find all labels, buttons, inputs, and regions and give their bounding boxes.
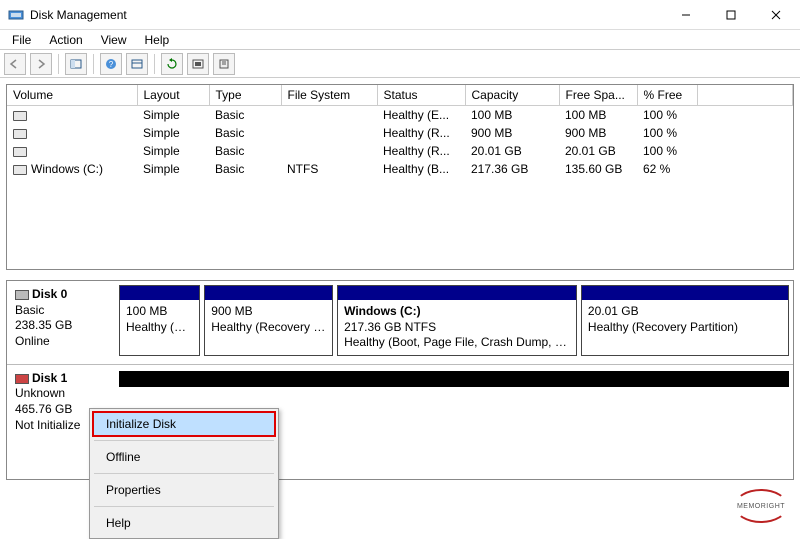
partition[interactable]: 20.01 GBHealthy (Recovery Partition)	[581, 285, 789, 356]
unallocated-space[interactable]	[119, 371, 789, 387]
table-row[interactable]: SimpleBasicHealthy (E...100 MB100 MB100 …	[7, 106, 793, 125]
minimize-button[interactable]	[663, 0, 708, 30]
refresh-button[interactable]	[161, 53, 183, 75]
col-status[interactable]: Status	[377, 85, 465, 106]
col-blank	[697, 85, 793, 106]
rescan-button[interactable]	[187, 53, 209, 75]
settings-button[interactable]	[126, 53, 148, 75]
watermark: MEMORIGHT	[734, 489, 788, 523]
col-layout[interactable]: Layout	[137, 85, 209, 106]
column-header-row: Volume Layout Type File System Status Ca…	[7, 85, 793, 106]
volume-icon	[13, 165, 27, 175]
partition[interactable]: 100 MBHealthy (EFI S	[119, 285, 200, 356]
menu-offline[interactable]: Offline	[92, 444, 276, 470]
volume-list[interactable]: Volume Layout Type File System Status Ca…	[6, 84, 794, 270]
menu-separator	[94, 440, 274, 441]
forward-button[interactable]	[30, 53, 52, 75]
table-row[interactable]: Windows (C:)SimpleBasicNTFSHealthy (B...…	[7, 160, 793, 178]
disk-unknown-icon	[15, 374, 29, 384]
volume-icon	[13, 129, 27, 139]
menu-action[interactable]: Action	[41, 31, 90, 49]
col-filesystem[interactable]: File System	[281, 85, 377, 106]
window-title: Disk Management	[30, 8, 127, 22]
partition[interactable]: 900 MBHealthy (Recovery Par	[204, 285, 333, 356]
disk-icon	[15, 290, 29, 300]
maximize-button[interactable]	[708, 0, 753, 30]
menu-properties[interactable]: Properties	[92, 477, 276, 503]
menu-file[interactable]: File	[4, 31, 39, 49]
col-volume[interactable]: Volume	[7, 85, 137, 106]
context-menu: Initialize Disk Offline Properties Help	[89, 408, 279, 539]
col-capacity[interactable]: Capacity	[465, 85, 559, 106]
back-button[interactable]	[4, 53, 26, 75]
menu-bar: File Action View Help	[0, 30, 800, 50]
table-row[interactable]: SimpleBasicHealthy (R...20.01 GB20.01 GB…	[7, 142, 793, 160]
svg-text:?: ?	[109, 60, 114, 69]
menu-help[interactable]: Help	[137, 31, 178, 49]
volume-icon	[13, 111, 27, 121]
volume-icon	[13, 147, 27, 157]
help-button[interactable]: ?	[100, 53, 122, 75]
disk0-label: Disk 0 Basic 238.35 GB Online	[11, 285, 119, 356]
menu-view[interactable]: View	[93, 31, 135, 49]
toolbar-separator	[58, 54, 59, 74]
close-button[interactable]	[753, 0, 798, 30]
properties-button[interactable]	[213, 53, 235, 75]
col-type[interactable]: Type	[209, 85, 281, 106]
show-hide-button[interactable]	[65, 53, 87, 75]
title-bar: Disk Management	[0, 0, 800, 30]
col-freespace[interactable]: Free Spa...	[559, 85, 637, 106]
menu-separator	[94, 473, 274, 474]
menu-separator	[94, 506, 274, 507]
disk0-row[interactable]: Disk 0 Basic 238.35 GB Online 100 MBHeal…	[7, 281, 793, 365]
table-row[interactable]: SimpleBasicHealthy (R...900 MB900 MB100 …	[7, 124, 793, 142]
toolbar-separator	[93, 54, 94, 74]
toolbar-separator	[154, 54, 155, 74]
partition[interactable]: Windows (C:)217.36 GB NTFSHealthy (Boot,…	[337, 285, 577, 356]
toolbar: ?	[0, 50, 800, 78]
menu-help[interactable]: Help	[92, 510, 276, 536]
col-pctfree[interactable]: % Free	[637, 85, 697, 106]
app-icon	[8, 7, 24, 23]
menu-initialize-disk[interactable]: Initialize Disk	[92, 411, 276, 437]
